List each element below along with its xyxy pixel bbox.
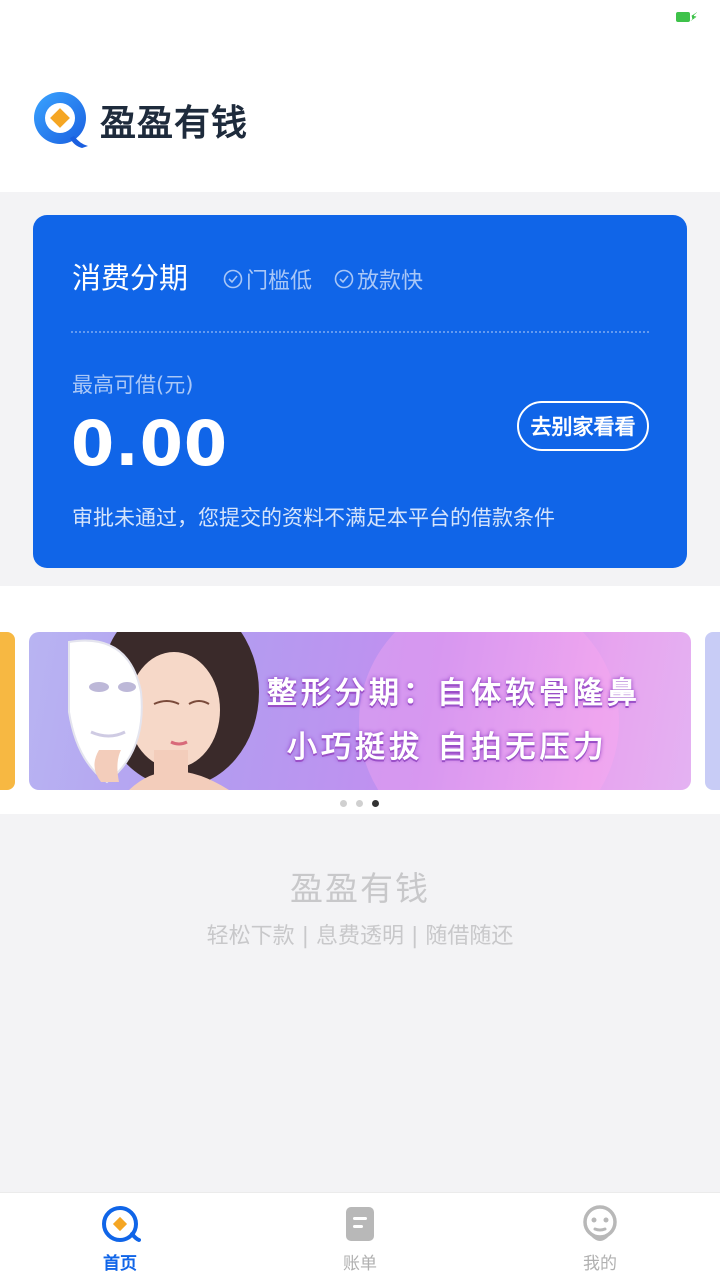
check-circle-icon	[334, 269, 354, 289]
tag-fast-payout: 放款快	[334, 263, 423, 295]
bottom-tab-bar: 首页 账单 我的	[0, 1192, 720, 1280]
model-with-mask-image	[68, 632, 259, 790]
banner-headline: 整形分期：自体软骨隆鼻	[267, 676, 641, 711]
tag-low-threshold: 门槛低	[223, 263, 312, 295]
check-circle-icon	[223, 269, 243, 289]
carousel-dots	[340, 800, 379, 807]
slogan-title: 盈盈有钱	[290, 869, 430, 908]
card-tags: 门槛低 放款快	[223, 263, 423, 295]
tab-home[interactable]: 首页	[0, 1193, 240, 1280]
bill-icon	[346, 1207, 374, 1241]
banner-slide[interactable]: 整形分期：自体软骨隆鼻 小巧挺拔 自拍无压力	[29, 632, 691, 790]
carousel-dot-active[interactable]	[372, 800, 379, 807]
other-platforms-button[interactable]: 去别家看看	[517, 401, 649, 451]
charging-icon: ⚡	[689, 10, 698, 24]
card-title: 消费分期	[72, 261, 189, 295]
tab-profile[interactable]: 我的	[480, 1193, 720, 1280]
tab-label: 账单	[343, 1254, 377, 1274]
loan-section: 消费分期 门槛低 放款快 最高可借(元) 0.00 去别家看看 审批未通过，您提…	[0, 192, 720, 586]
tab-bills[interactable]: 账单	[240, 1193, 480, 1280]
carousel-dot[interactable]	[340, 800, 347, 807]
logo-icon	[34, 92, 88, 148]
app-name: 盈盈有钱	[100, 103, 249, 144]
card-divider	[71, 331, 649, 333]
tag-label: 门槛低	[246, 269, 313, 294]
banner-prev-slide[interactable]	[0, 632, 15, 790]
carousel-dot[interactable]	[356, 800, 363, 807]
battery-icon	[676, 12, 694, 22]
profile-icon	[583, 1205, 617, 1241]
tab-label: 我的	[583, 1254, 617, 1274]
rejection-notice: 审批未通过，您提交的资料不满足本平台的借款条件	[72, 506, 555, 530]
limit-label: 最高可借(元)	[72, 373, 194, 397]
banner-carousel: 整形分期：自体软骨隆鼻 小巧挺拔 自拍无压力	[0, 586, 720, 814]
limit-amount: 0.00	[71, 407, 228, 480]
slogan-subtitle: 轻松下款 | 息费透明 | 随借随还	[206, 924, 514, 949]
home-icon	[102, 1206, 141, 1242]
header: ⚡ 盈盈有钱	[0, 0, 720, 192]
loan-card: 消费分期 门槛低 放款快 最高可借(元) 0.00 去别家看看 审批未通过，您提…	[33, 215, 687, 568]
banner-subline: 小巧挺拔 自拍无压力	[287, 730, 608, 765]
tab-label: 首页	[103, 1254, 137, 1274]
app-logo: 盈盈有钱	[30, 88, 248, 152]
page: ⚡ 盈盈有钱 消费分期 门槛低 放款快 最高可借(元) 0.00 去别家看看 审…	[0, 0, 720, 1280]
banner-next-slide[interactable]	[705, 632, 720, 790]
tag-label: 放款快	[357, 269, 424, 294]
